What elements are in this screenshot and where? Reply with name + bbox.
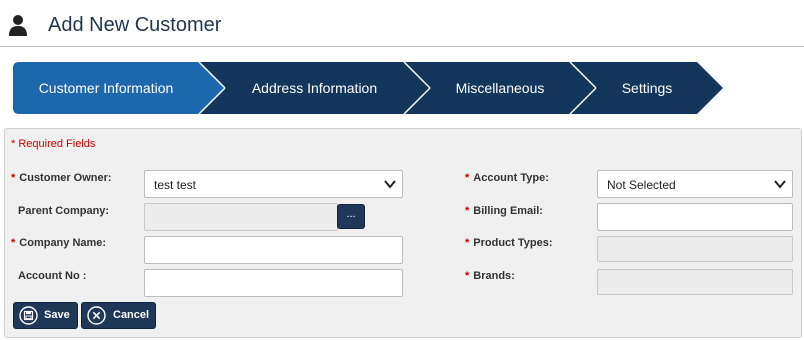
parent-company-label: Parent Company: — [18, 205, 110, 217]
required-star: * — [11, 172, 16, 184]
required-star: * — [465, 270, 470, 282]
save-button-label: Save — [44, 309, 70, 321]
tab-address-information[interactable]: Address Information — [217, 62, 412, 114]
account-type-select[interactable]: Not Selected — [597, 170, 793, 198]
required-star: * — [465, 172, 470, 184]
save-icon — [19, 306, 38, 325]
billing-email-input[interactable] — [597, 203, 793, 231]
parent-company-field — [144, 203, 338, 231]
customer-form-panel: * Required Fields * Customer Owner: test … — [4, 128, 802, 338]
cancel-button[interactable]: Cancel — [81, 302, 156, 329]
billing-email-label: * Billing Email: — [465, 205, 543, 217]
customer-owner-value: test test — [154, 178, 197, 192]
chevron-down-icon — [384, 180, 396, 189]
chevron-down-icon — [774, 180, 786, 189]
page-title: Add New Customer — [48, 14, 222, 36]
account-no-label: Account No : — [18, 270, 87, 282]
tab-customer-information[interactable]: Customer Information — [13, 62, 199, 114]
wizard-steps: Customer Information Address Information… — [13, 62, 725, 114]
save-button[interactable]: Save — [13, 302, 78, 329]
required-fields-note: * Required Fields — [11, 138, 96, 150]
brands-label: * Brands: — [465, 270, 515, 282]
user-icon — [9, 15, 27, 36]
company-name-label: * Company Name: — [11, 237, 107, 249]
company-name-input[interactable] — [144, 236, 403, 264]
customer-owner-select[interactable]: test test — [144, 170, 403, 198]
cancel-button-label: Cancel — [113, 309, 150, 321]
product-types-label: * Product Types: — [465, 237, 553, 249]
close-circle-icon — [87, 306, 106, 325]
required-star: * — [465, 205, 470, 217]
account-type-value: Not Selected — [607, 178, 676, 192]
title-divider — [0, 46, 804, 47]
account-no-input[interactable] — [144, 269, 403, 297]
parent-company-lookup-button[interactable]: ... — [337, 204, 365, 229]
product-types-field[interactable] — [597, 236, 793, 262]
page-header: Add New Customer — [0, 0, 804, 47]
tab-miscellaneous[interactable]: Miscellaneous — [422, 62, 578, 114]
account-type-label: * Account Type: — [465, 172, 549, 184]
customer-owner-label: * Customer Owner: — [11, 172, 112, 184]
brands-field[interactable] — [597, 269, 793, 295]
required-star: * — [11, 237, 16, 249]
tab-settings[interactable]: Settings — [588, 62, 706, 114]
required-star: * — [465, 237, 470, 249]
